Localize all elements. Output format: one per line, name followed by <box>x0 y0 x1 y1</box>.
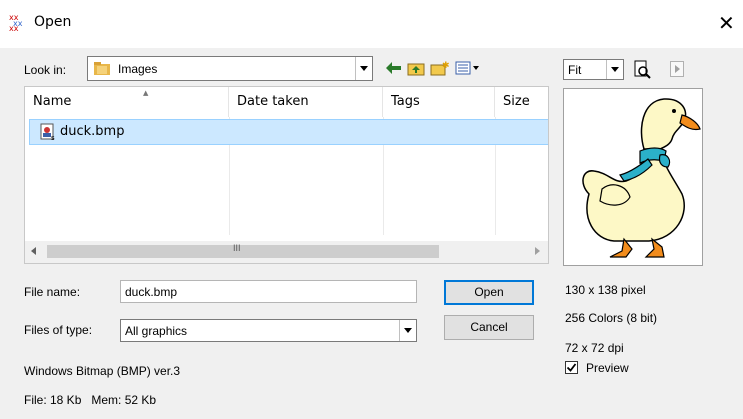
checkmark-icon <box>566 363 577 372</box>
chevron-down-icon[interactable] <box>606 60 623 79</box>
horizontal-scrollbar[interactable]: III <box>25 241 548 263</box>
file-list[interactable]: Name ▲ Date taken Tags Size s duck.bmp I… <box>24 86 549 264</box>
files-of-type-dropdown[interactable]: All graphics <box>120 319 417 342</box>
file-format-info: Windows Bitmap (BMP) ver.3 <box>24 364 181 378</box>
image-colors: 256 Colors (8 bit) <box>565 311 658 325</box>
file-name-field[interactable]: duck.bmp <box>120 280 417 303</box>
app-icon: xx xx xx <box>9 13 27 33</box>
chevron-down-icon[interactable] <box>399 320 416 341</box>
duck-image <box>582 98 701 258</box>
look-in-value: Images <box>118 62 158 76</box>
open-button[interactable]: Open <box>444 280 534 305</box>
new-folder-icon[interactable]: ✱ <box>430 58 450 78</box>
bitmap-file-icon: s <box>40 123 56 142</box>
column-header-tags[interactable]: Tags <box>383 87 495 117</box>
sort-ascending-icon: ▲ <box>143 89 149 97</box>
folder-icon <box>94 62 110 75</box>
close-icon[interactable]: ✕ <box>718 11 735 35</box>
file-name-label: File name: <box>24 285 81 299</box>
scroll-grip: III <box>233 243 241 253</box>
scroll-right-icon[interactable] <box>535 247 540 255</box>
up-folder-icon[interactable] <box>406 58 426 78</box>
column-header-size[interactable]: Size <box>495 87 548 117</box>
file-name-cell: duck.bmp <box>60 124 125 139</box>
look-in-dropdown[interactable]: Images <box>87 56 373 81</box>
cancel-button[interactable]: Cancel <box>444 315 534 340</box>
column-header-date-taken[interactable]: Date taken <box>229 87 383 117</box>
column-header-name[interactable]: Name ▲ <box>25 87 229 117</box>
back-arrow-icon[interactable] <box>384 58 404 78</box>
window-title: Open <box>34 14 72 30</box>
next-frame-icon[interactable] <box>670 61 684 77</box>
table-row[interactable]: s duck.bmp <box>29 119 548 145</box>
zoom-preview-icon[interactable] <box>633 60 653 80</box>
look-in-label: Look in: <box>24 63 67 77</box>
title-bar <box>0 0 743 48</box>
scrollbar-thumb[interactable]: III <box>47 243 439 258</box>
preview-checkbox[interactable] <box>565 361 578 374</box>
image-dpi: 72 x 72 dpi <box>565 341 624 355</box>
preview-checkbox-label[interactable]: Preview <box>586 361 629 375</box>
zoom-dropdown[interactable]: Fit <box>563 59 624 80</box>
image-preview <box>563 88 703 266</box>
view-menu-icon[interactable] <box>454 58 484 78</box>
svg-text:xx: xx <box>9 24 19 31</box>
scroll-left-icon[interactable] <box>31 247 36 255</box>
chevron-down-icon[interactable] <box>355 57 372 80</box>
image-dimensions: 130 x 138 pixel <box>565 283 646 297</box>
svg-text:✱: ✱ <box>442 61 450 71</box>
svg-text:s: s <box>51 134 55 141</box>
files-of-type-label: Files of type: <box>24 323 93 337</box>
file-size-info: File: 18 Kb Mem: 52 Kb <box>24 393 157 407</box>
